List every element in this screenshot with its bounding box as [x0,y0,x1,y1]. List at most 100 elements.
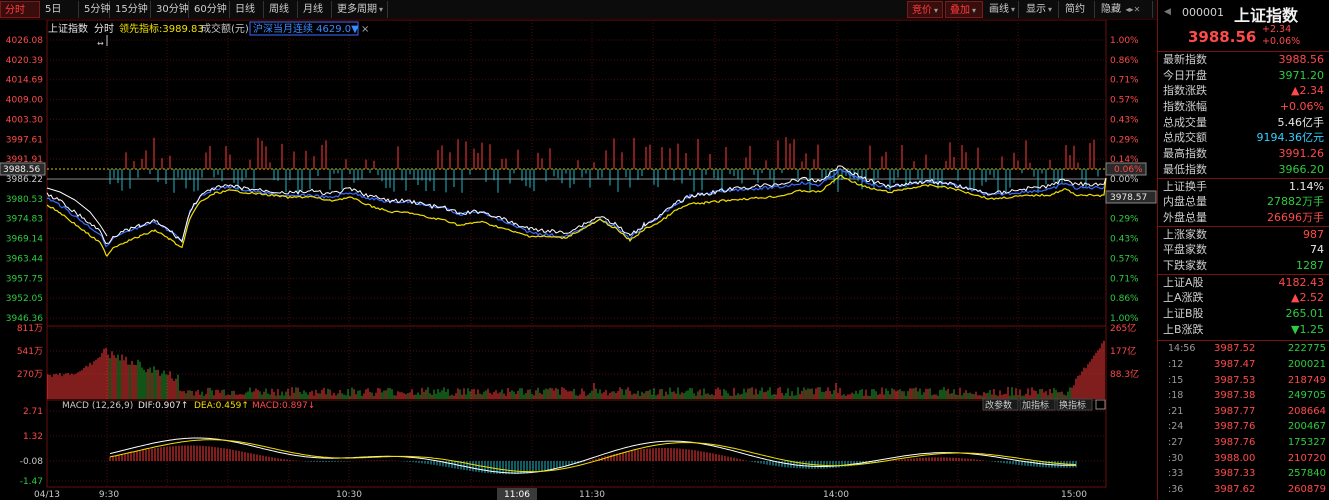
tick-time: :30 [1168,452,1184,464]
quote-panel: ◀ 000001 上证指数 3988.56 +2.34 +0.06% 最新指数 3… [1157,0,1329,500]
tick-time: 14:56 [1168,343,1196,355]
toolbar-button[interactable]: 显示 ▾ [1022,1,1059,18]
tick-time: :33 [1168,468,1184,480]
price-tick: 3946.36 [6,314,43,324]
tick-volume: 218749 [1287,374,1326,386]
tick-row: :18 3987.38 249705 [1158,388,1329,404]
tick-volume: 210720 [1287,452,1326,464]
stat-row: 外盘总量 26696万手 [1158,210,1329,226]
tick-volume: 222775 [1287,343,1326,355]
stat-label: 平盘家数 [1163,243,1207,257]
dropdown-arrow-icon: ▾ [934,6,939,15]
tick-price: 3987.77 [1214,405,1256,417]
percent-tick: 1.00% [1110,314,1139,324]
percent-tick: 0.57% [1110,254,1139,264]
chart-svg[interactable]: 上证指数 分时 领先指标:3989.83成交额(元) 沪深当月连续 4629.0▼ × 4… [0,20,1157,500]
stat-value: ▲2.52 [1291,291,1324,305]
percent-tick: 0.43% [1110,115,1139,125]
dif-line [109,437,1077,474]
period-tab[interactable]: 周线 [265,1,298,18]
price-tick: 3952.05 [6,294,43,304]
stat-label: 上证B股 [1163,307,1204,320]
lead-line [46,174,1107,257]
period-tab[interactable]: 5日 [41,1,79,18]
stat-label: 上涨家数 [1163,227,1207,241]
last-price: 3988.56 [1188,28,1257,46]
toolbar-button[interactable]: 简约 [1061,1,1095,18]
toolbar-button[interactable]: 隐藏 ◂▸✕ [1097,1,1153,18]
stat-label: 上B涨跌 [1163,322,1204,336]
hover-time-label: 11:06 [504,490,530,500]
price-tick: 3963.44 [6,254,43,264]
tick-time: :27 [1168,436,1184,448]
tick-time: :24 [1168,421,1184,433]
legend-overlay: 沪深当月连续 4629.0▼ [253,22,359,35]
stat-value: 27882万手 [1267,195,1324,209]
tick-list[interactable]: 14:56 3987.52 222775:12 3987.47 200021:15 398… [1158,340,1329,497]
stat-label: 外盘总量 [1163,210,1207,224]
tick-price: 3987.53 [1214,374,1256,386]
time-tick: 15:00 [1061,490,1087,500]
low-tag-label: 3978.57 [1110,193,1147,203]
percent-tick: 0.29% [1110,135,1139,145]
stat-value: 1.14% [1289,179,1324,193]
stat-label: 内盘总量 [1163,195,1207,209]
period-tab[interactable]: 15分钟 [111,1,151,18]
stat-value: 265.01 [1285,307,1325,320]
price-tick: 3997.61 [6,135,43,145]
close-indicator-icon [1095,399,1106,410]
tick-row: :36 3987.62 260879 [1158,482,1329,498]
tick-time: :21 [1168,405,1184,417]
tick-row: 14:56 3987.52 222775 [1158,341,1329,357]
period-tab[interactable]: 5分钟 [80,1,110,18]
price-tick: 4026.08 [6,36,43,46]
tick-price: 3987.47 [1214,358,1256,370]
percent-tick: 0.43% [1110,235,1139,245]
change-percent: +0.06% [1262,36,1301,47]
stat-label: 最高指数 [1163,147,1207,161]
stat-row: 今日开盘 3971.20 [1158,68,1329,84]
tick-volume: 208664 [1287,405,1326,417]
period-tab[interactable]: 30分钟 [152,1,189,18]
tick-volume: 175327 [1287,436,1326,448]
period-tab[interactable]: 日线 [231,1,264,18]
indicator-button-label: 加指标 [1022,399,1049,411]
stat-row: 总成交量 5.46亿手 [1158,115,1329,131]
stat-value: 3991.26 [1278,147,1325,161]
amount-tick: 88.3亿 [1110,368,1139,380]
price-tick: 4020.39 [6,56,43,66]
period-tab[interactable]: 更多周期 ▾ [333,1,388,18]
toolbar-button[interactable]: 画线 ▾ [985,1,1019,18]
legend-name: 上证指数 [48,22,88,35]
stat-label: 上证换手 [1163,179,1207,193]
stat-label: 总成交额 [1163,131,1207,145]
toolbar-button[interactable]: 叠加 ▾ [945,1,983,18]
price-line [46,165,1107,245]
tick-price: 3987.38 [1214,390,1256,402]
prev-stock-icon[interactable]: ◀ [1164,7,1171,17]
period-tab[interactable]: 分时 [0,1,40,18]
stat-label: 上A涨跌 [1163,291,1204,305]
dropdown-arrow-icon: ▾ [379,5,384,14]
stat-row: 上证B股 265.01 [1158,306,1329,322]
legend-mode: 分时 [94,23,114,35]
drag-icon: ↔ [97,39,104,48]
percent-tick: 0.86% [1110,294,1139,304]
amount-tick: 177亿 [1110,345,1136,357]
stat-label: 指数涨跌 [1163,84,1207,98]
period-tab[interactable]: 60分钟 [190,1,230,18]
window-controls-icon[interactable]: ◂▸✕ [1123,5,1141,14]
change-amount: +2.34 [1262,24,1292,35]
tick-price: 3987.76 [1214,421,1256,433]
volume-tick: 541万 [17,347,43,357]
macd-value: MACD:0.897↓ [252,401,315,411]
tick-price: 3987.52 [1214,343,1256,355]
stat-value: 3988.56 [1278,53,1325,66]
dropdown-arrow-icon: ▾ [1011,5,1016,14]
toolbar-button[interactable]: 竞价 ▾ [907,1,943,18]
tick-volume: 257840 [1287,468,1326,480]
close-overlay-icon: × [361,24,369,35]
intraday-chart[interactable]: 上证指数 分时 领先指标:3989.83 成交额(元) 沪深当月连续 4629.0▼ × 4… [0,20,1157,500]
tick-row: :24 3987.76 200467 [1158,419,1329,435]
period-tab[interactable]: 月线 [299,1,332,18]
